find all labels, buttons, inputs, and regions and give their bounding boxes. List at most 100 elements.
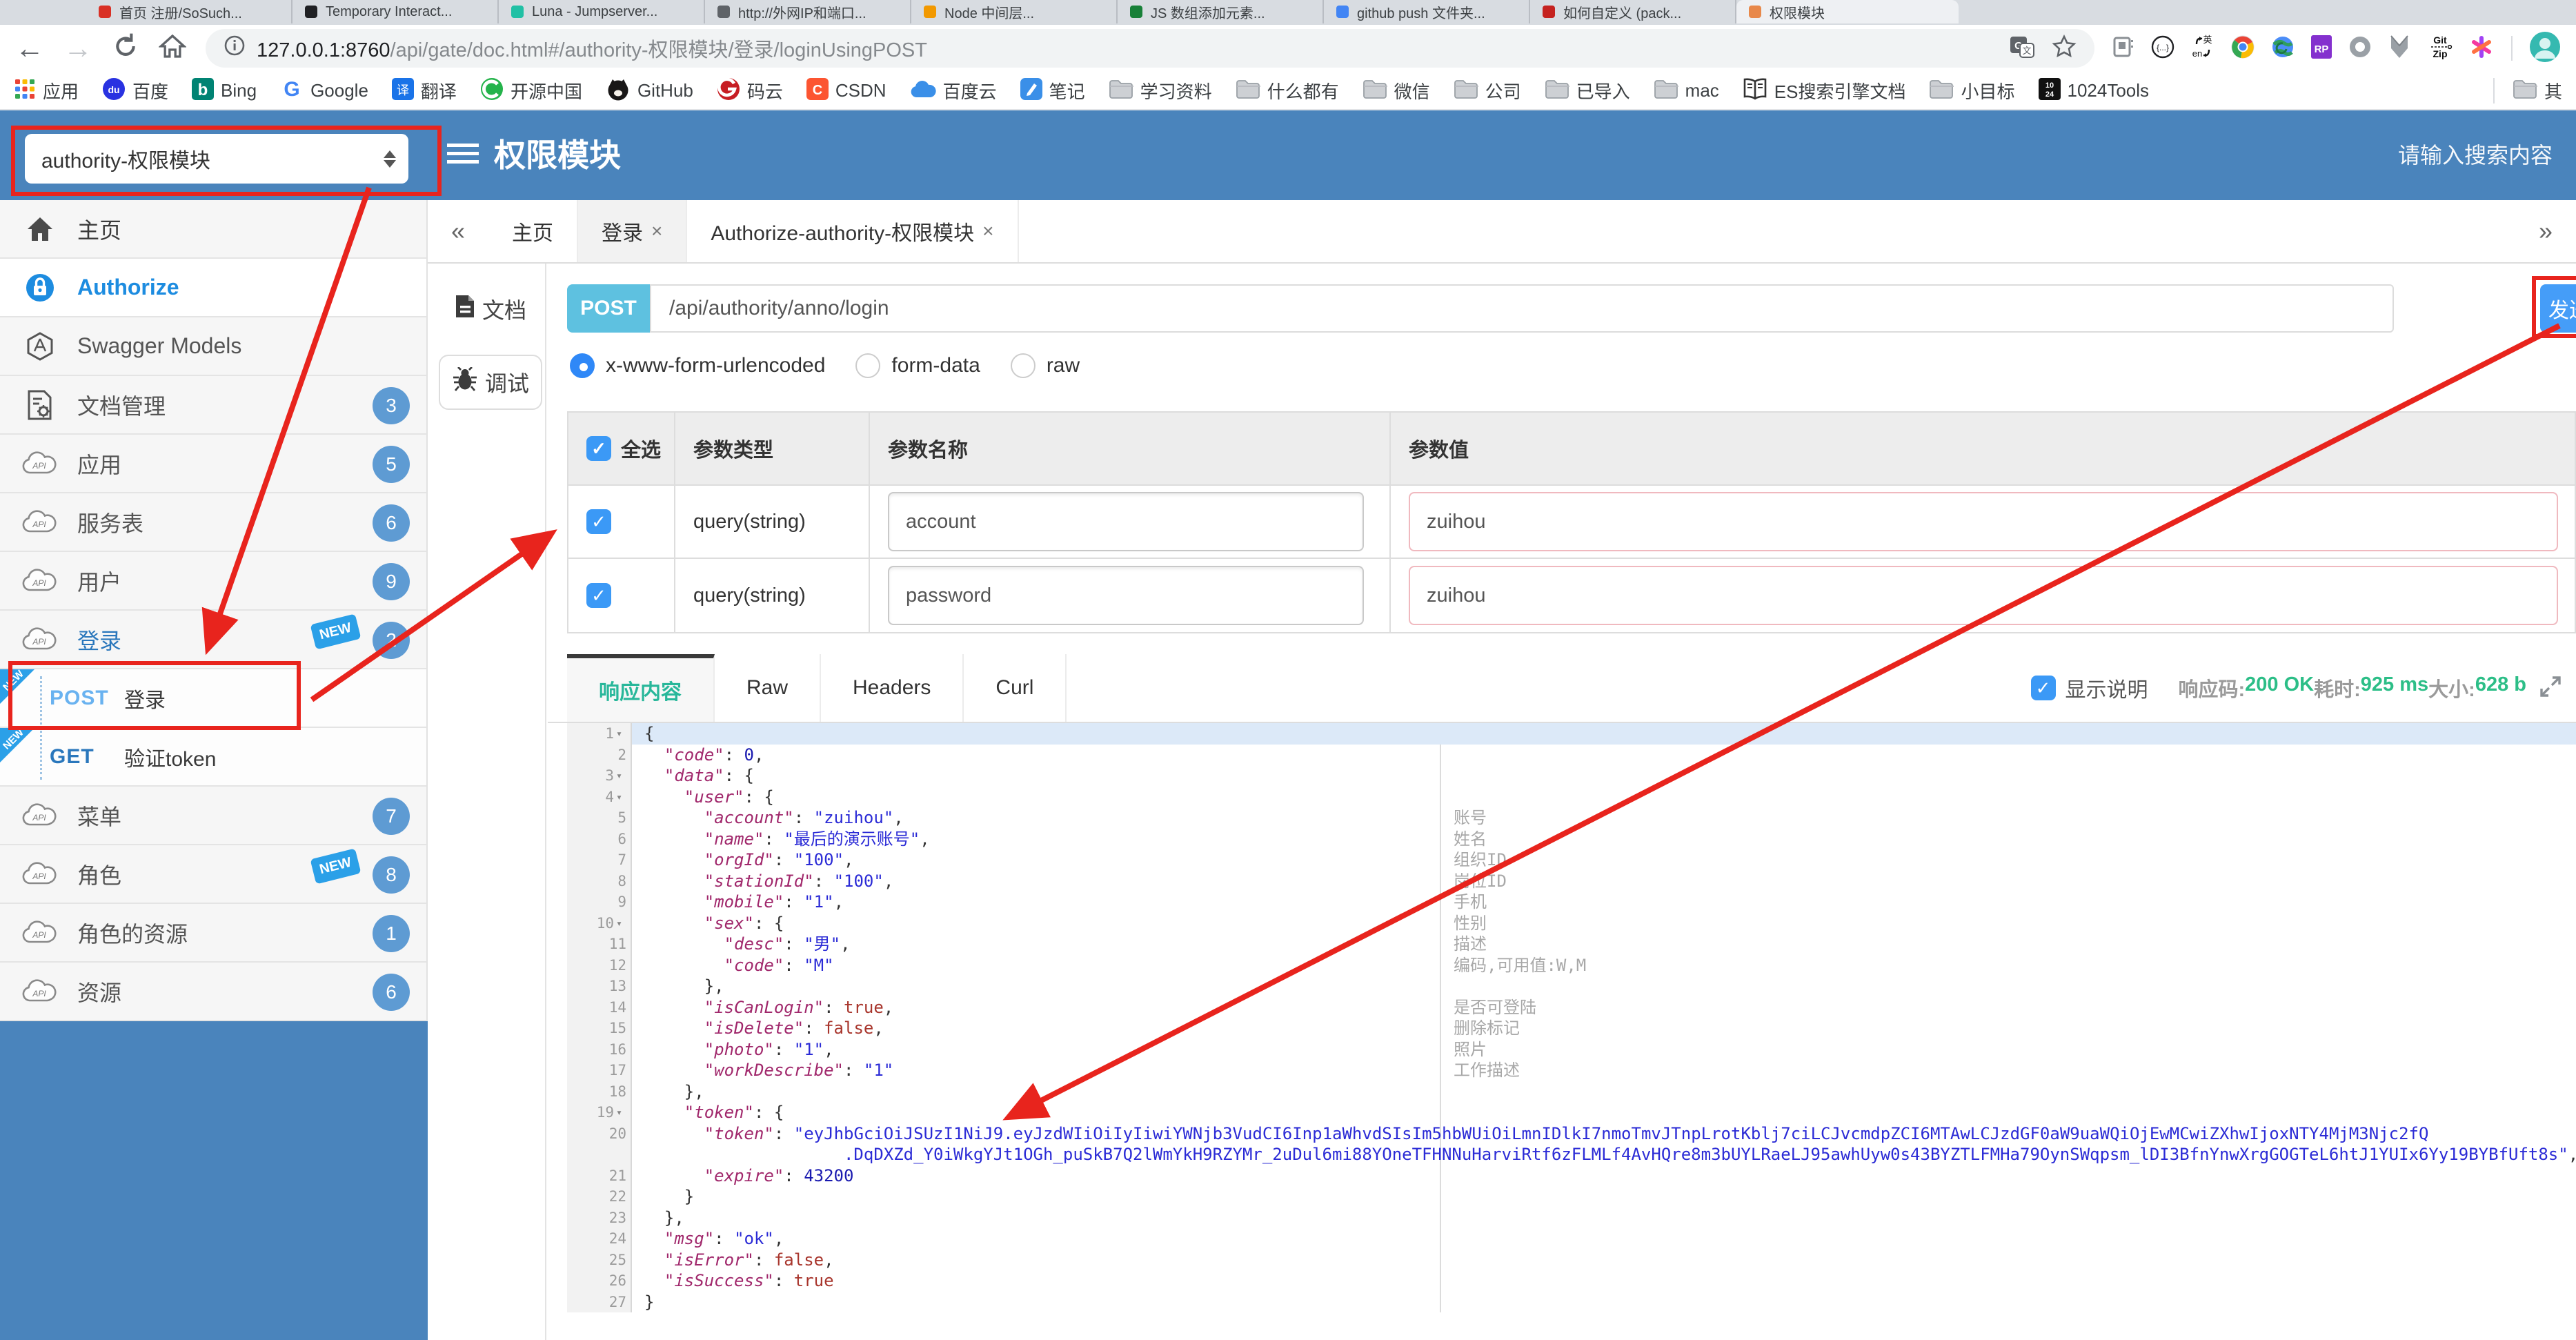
ext-o-icon[interactable] (2348, 35, 2372, 62)
search-input[interactable] (2228, 131, 2553, 179)
browser-tab[interactable]: 权限模块 (1736, 0, 1959, 23)
bookmark-label: 应用 (43, 81, 79, 102)
bookmark-item[interactable]: 已导入 (1545, 78, 1630, 104)
browser-tab[interactable]: Luna - Jumpserver... (499, 0, 705, 23)
browser-tab[interactable]: Temporary Interact... (293, 0, 499, 23)
param-name-input[interactable] (888, 492, 1364, 551)
row-checkbox[interactable]: ✓ (586, 583, 611, 608)
send-button[interactable]: 发送 (2540, 284, 2576, 333)
home-button-icon[interactable] (157, 32, 188, 65)
bookmark-item[interactable]: G Google (280, 77, 368, 104)
sidebar-item[interactable]: NEW GET 验证token (0, 727, 426, 787)
sidebar-item[interactable]: NEW POST 登录 (0, 668, 426, 728)
page-tab[interactable]: 登录 × (578, 200, 688, 262)
browser-tab[interactable]: http://外网IP和端口... (705, 0, 911, 23)
content-type-radio[interactable]: form-data (855, 353, 980, 378)
sidebar-item[interactable]: API 资源 6 (0, 963, 426, 1021)
tab-overflow-icon[interactable]: » (2515, 200, 2576, 262)
fullscreen-icon[interactable] (2539, 675, 2562, 702)
browser-tab[interactable]: 如何自定义 (pack... (1530, 0, 1736, 23)
bookmark-item[interactable]: 译 翻译 (391, 77, 457, 104)
sidebar-item[interactable]: API 角色 NEW 8 (0, 845, 426, 904)
param-value-input[interactable] (1409, 566, 2558, 625)
ext-m-icon[interactable] (2388, 35, 2410, 63)
other-bookmarks[interactable]: 其 (2493, 77, 2562, 104)
response-body-viewer[interactable]: 1 ▾ { 2 "code": 0, 3 ▾ "data": {4 ▾ "us… (567, 723, 2576, 1315)
side-tab[interactable]: 文档 (439, 282, 542, 337)
bookmark-item[interactable]: 百度云 (910, 78, 997, 104)
bookmark-item[interactable]: C CSDN (806, 77, 886, 104)
back-icon[interactable]: ← (15, 34, 44, 63)
ext-globe-icon[interactable] (2271, 35, 2295, 62)
collapse-sidebar-icon[interactable]: « (428, 200, 488, 262)
bookmark-item[interactable]: GitHub (606, 77, 693, 104)
bookmark-item[interactable]: du 百度 (102, 77, 168, 104)
param-name-input[interactable] (888, 566, 1364, 625)
ext-gitzip-icon[interactable]: Git Zip (2427, 34, 2453, 63)
fold-arrow-icon[interactable]: ▾ (616, 723, 626, 745)
sidebar-item[interactable]: 文档管理 3 (0, 376, 426, 435)
sidebar-item[interactable]: API 应用 5 (0, 435, 426, 493)
bookmark-item[interactable]: 公司 (1454, 78, 1521, 104)
sidebar-item[interactable]: API 菜单 7 (0, 787, 426, 845)
bookmark-item[interactable]: b Bing (192, 77, 257, 104)
row-checkbox[interactable]: ✓ (586, 509, 611, 534)
fold-arrow-icon[interactable]: ▾ (616, 913, 626, 934)
sidebar-item[interactable]: Authorize (0, 259, 426, 317)
bookmark-item[interactable]: 应用 (14, 78, 79, 104)
ext-chrome-icon[interactable] (2231, 35, 2255, 62)
page-tab[interactable]: Authorize-authority-权限模块 × (687, 200, 1019, 262)
fold-arrow-icon[interactable]: ▾ (616, 765, 626, 787)
response-tab[interactable]: Curl (964, 654, 1067, 722)
bookmark-item[interactable]: 小目标 (1929, 78, 2015, 104)
bookmark-item[interactable]: 开源中国 (480, 77, 582, 104)
show-description-checkbox[interactable]: ✓ 显示说明 (2030, 673, 2148, 703)
forward-icon[interactable]: → (63, 34, 92, 63)
content-type-radio[interactable]: raw (1010, 353, 1080, 378)
sidebar-item[interactable]: 主页 (0, 200, 426, 259)
ext-braces-icon[interactable]: {...} (2151, 35, 2174, 62)
bookmark-item[interactable]: mac (1654, 79, 1719, 103)
fold-arrow-icon[interactable]: ▾ (616, 787, 626, 808)
browser-tab[interactable]: 首页 注册/SoSuch... (86, 0, 293, 23)
sidebar-item[interactable]: API 服务表 6 (0, 493, 426, 552)
sidebar-item[interactable]: Swagger Models (0, 317, 426, 376)
sidebar-item[interactable]: API 用户 9 (0, 552, 426, 611)
response-tab[interactable]: Raw (715, 654, 822, 722)
bookmark-item[interactable]: ES搜索引擎文档 (1743, 78, 1905, 104)
bookmark-item[interactable]: 学习资料 (1109, 78, 1212, 104)
ext-en-icon[interactable]: 英 en (2191, 35, 2215, 63)
browser-tab[interactable]: Node 中间层... (911, 0, 1118, 23)
hamburger-icon[interactable] (447, 144, 479, 147)
google-translate-icon[interactable]: G文 (2009, 35, 2035, 62)
select-all-checkbox[interactable]: ✓ (586, 436, 611, 461)
bookmark-item[interactable]: 10 24 1024Tools (2038, 77, 2149, 104)
page-tab[interactable]: 主页 (488, 200, 578, 262)
browser-tab[interactable]: github push 文件夹... (1324, 0, 1530, 23)
info-icon[interactable] (224, 35, 246, 62)
fold-arrow-icon[interactable]: ▾ (616, 1102, 626, 1123)
param-value-input[interactable] (1409, 492, 2558, 551)
address-bar[interactable]: 127.0.0.1:8760/api/gate/doc.html#/author… (206, 29, 2094, 68)
ext-box-icon[interactable] (2112, 36, 2134, 61)
reload-icon[interactable] (112, 32, 139, 65)
bookmark-item[interactable]: 微信 (1363, 78, 1430, 104)
response-tab[interactable]: Headers (821, 654, 964, 722)
bookmark-star-icon[interactable] (2052, 34, 2077, 63)
bookmark-item[interactable]: 笔记 (1020, 77, 1085, 104)
close-icon[interactable]: × (651, 220, 662, 242)
sidebar-item[interactable]: API 角色的资源 1 (0, 904, 426, 963)
content-type-radio[interactable]: x-www-form-urlencoded (570, 353, 825, 378)
avatar[interactable] (2529, 31, 2561, 66)
sidebar-item[interactable]: API 登录 NEW 2 (0, 611, 426, 669)
side-tab[interactable]: 调试 (439, 355, 542, 410)
close-icon[interactable]: × (982, 220, 993, 242)
ext-rp-icon[interactable]: RP (2311, 35, 2332, 62)
browser-tab[interactable]: JS 数组添加元素... (1118, 0, 1324, 23)
bookmark-item[interactable]: 什么都有 (1236, 78, 1339, 104)
bookmark-item[interactable]: 码云 (717, 77, 783, 104)
api-url-input[interactable] (650, 284, 2394, 333)
ext-keep-icon[interactable] (2470, 35, 2493, 62)
response-tab[interactable]: 响应内容 (567, 654, 715, 722)
module-select[interactable]: authority-权限模块 (25, 134, 408, 184)
